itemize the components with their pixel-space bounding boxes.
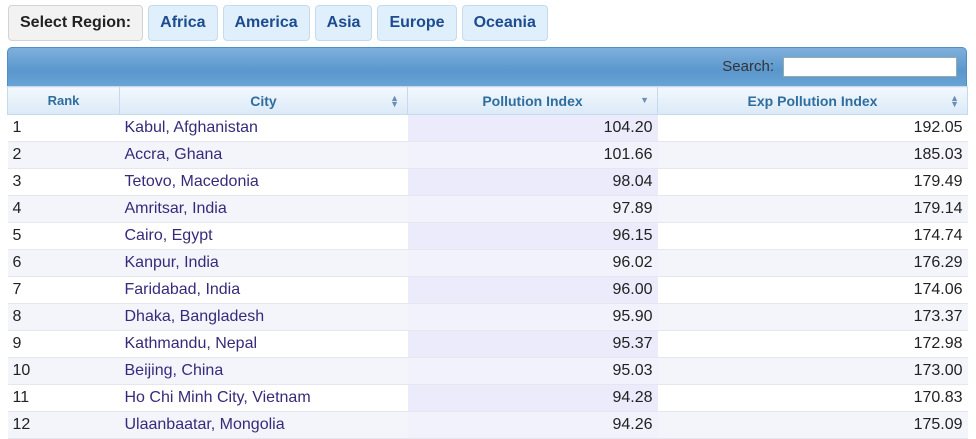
pollution-index-cell: 96.02 bbox=[407, 249, 658, 277]
rank-cell: 9 bbox=[7, 330, 120, 358]
rank-cell: 8 bbox=[7, 303, 120, 331]
table-row: 3 Tetovo, Macedonia 98.04 179.49 bbox=[7, 168, 968, 196]
search-label: Search: bbox=[722, 58, 774, 75]
column-header-city[interactable]: City ▲ ▼ bbox=[119, 86, 408, 115]
rank-cell: 4 bbox=[7, 195, 120, 223]
pollution-table-container: Search: Rank City ▲ ▼ Pollution Index ▼ Exp… bbox=[7, 47, 968, 439]
sort-both-icon: ▲ ▼ bbox=[950, 93, 959, 109]
rank-cell: 3 bbox=[7, 168, 120, 196]
column-header-exp-pollution-index[interactable]: Exp Pollution Index ▲ ▼ bbox=[657, 86, 968, 115]
exp-pollution-index-cell: 185.03 bbox=[657, 141, 968, 169]
region-button-america[interactable]: America bbox=[222, 5, 310, 41]
table-row: 8 Dhaka, Bangladesh 95.90 173.37 bbox=[7, 303, 968, 331]
city-link[interactable]: Kabul, Afghanistan bbox=[119, 114, 408, 142]
rank-cell: 7 bbox=[7, 276, 120, 304]
table-row: 9 Kathmandu, Nepal 95.37 172.98 bbox=[7, 330, 968, 358]
city-link[interactable]: Faridabad, India bbox=[119, 276, 408, 304]
city-link[interactable]: Dhaka, Bangladesh bbox=[119, 303, 408, 331]
search-input[interactable] bbox=[783, 57, 957, 77]
pollution-index-cell: 96.15 bbox=[407, 222, 658, 250]
city-link[interactable]: Kathmandu, Nepal bbox=[119, 330, 408, 358]
sort-both-icon: ▲ ▼ bbox=[390, 93, 399, 109]
exp-pollution-index-cell: 179.49 bbox=[657, 168, 968, 196]
region-button-oceania[interactable]: Oceania bbox=[461, 5, 548, 41]
city-link[interactable]: Amritsar, India bbox=[119, 195, 408, 223]
exp-pollution-index-cell: 175.09 bbox=[657, 411, 968, 439]
city-link[interactable]: Kanpur, India bbox=[119, 249, 408, 277]
rank-cell: 12 bbox=[7, 411, 120, 439]
table-row: 4 Amritsar, India 97.89 179.14 bbox=[7, 195, 968, 223]
column-header-label: City bbox=[250, 92, 277, 109]
city-link[interactable]: Ulaanbaatar, Mongolia bbox=[119, 411, 408, 439]
pollution-index-cell: 95.90 bbox=[407, 303, 658, 331]
exp-pollution-index-cell: 173.37 bbox=[657, 303, 968, 331]
pollution-table: Rank City ▲ ▼ Pollution Index ▼ Exp Polluti… bbox=[7, 86, 968, 439]
pollution-index-cell: 94.28 bbox=[407, 384, 658, 412]
pollution-index-cell: 95.03 bbox=[407, 357, 658, 385]
exp-pollution-index-cell: 172.98 bbox=[657, 330, 968, 358]
exp-pollution-index-cell: 192.05 bbox=[657, 114, 968, 142]
exp-pollution-index-cell: 179.14 bbox=[657, 195, 968, 223]
rank-cell: 2 bbox=[7, 141, 120, 169]
region-button-europe[interactable]: Europe bbox=[377, 5, 457, 41]
exp-pollution-index-cell: 170.83 bbox=[657, 384, 968, 412]
table-toolbar: Search: bbox=[7, 47, 967, 86]
region-selector: Select Region: Africa America Asia Europ… bbox=[8, 5, 548, 41]
table-row: 10 Beijing, China 95.03 173.00 bbox=[7, 357, 968, 385]
column-header-pollution-index[interactable]: Pollution Index ▼ bbox=[407, 86, 658, 115]
region-label: Select Region: bbox=[8, 5, 144, 41]
table-row: 7 Faridabad, India 96.00 174.06 bbox=[7, 276, 968, 304]
table-row: 5 Cairo, Egypt 96.15 174.74 bbox=[7, 222, 968, 250]
pollution-index-cell: 97.89 bbox=[407, 195, 658, 223]
table-row: 11 Ho Chi Minh City, Vietnam 94.28 170.83 bbox=[7, 384, 968, 412]
pollution-index-cell: 95.37 bbox=[407, 330, 658, 358]
region-button-africa[interactable]: Africa bbox=[148, 5, 218, 41]
exp-pollution-index-cell: 174.06 bbox=[657, 276, 968, 304]
city-link[interactable]: Cairo, Egypt bbox=[119, 222, 408, 250]
exp-pollution-index-cell: 176.29 bbox=[657, 249, 968, 277]
pollution-index-cell: 96.00 bbox=[407, 276, 658, 304]
pollution-index-cell: 101.66 bbox=[407, 141, 658, 169]
column-header-rank[interactable]: Rank bbox=[7, 86, 120, 115]
pollution-index-cell: 94.26 bbox=[407, 411, 658, 439]
rank-cell: 1 bbox=[7, 114, 120, 142]
table-header-row: Rank City ▲ ▼ Pollution Index ▼ Exp Polluti… bbox=[7, 86, 968, 115]
rank-cell: 10 bbox=[7, 357, 120, 385]
rank-cell: 6 bbox=[7, 249, 120, 277]
table-body: 1 Kabul, Afghanistan 104.20 192.05 2 Accra, G… bbox=[7, 114, 968, 439]
city-link[interactable]: Beijing, China bbox=[119, 357, 408, 385]
table-row: 12 Ulaanbaatar, Mongolia 94.26 175.09 bbox=[7, 411, 968, 439]
table-row: 1 Kabul, Afghanistan 104.20 192.05 bbox=[7, 114, 968, 142]
column-header-label: Exp Pollution Index bbox=[747, 92, 878, 109]
table-row: 6 Kanpur, India 96.02 176.29 bbox=[7, 249, 968, 277]
table-row: 2 Accra, Ghana 101.66 185.03 bbox=[7, 141, 968, 169]
city-link[interactable]: Tetovo, Macedonia bbox=[119, 168, 408, 196]
exp-pollution-index-cell: 174.74 bbox=[657, 222, 968, 250]
column-header-label: Pollution Index bbox=[482, 92, 583, 109]
region-button-asia[interactable]: Asia bbox=[314, 5, 373, 41]
rank-cell: 5 bbox=[7, 222, 120, 250]
sort-descending-icon: ▼ bbox=[640, 95, 649, 105]
city-link[interactable]: Ho Chi Minh City, Vietnam bbox=[119, 384, 408, 412]
pollution-index-cell: 98.04 bbox=[407, 168, 658, 196]
column-header-label: Rank bbox=[47, 93, 80, 108]
exp-pollution-index-cell: 173.00 bbox=[657, 357, 968, 385]
pollution-index-cell: 104.20 bbox=[407, 114, 658, 142]
city-link[interactable]: Accra, Ghana bbox=[119, 141, 408, 169]
rank-cell: 11 bbox=[7, 384, 120, 412]
